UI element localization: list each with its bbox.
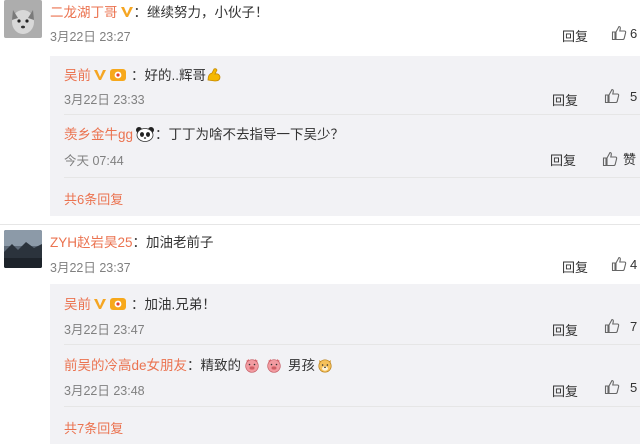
dog-emoji xyxy=(317,357,333,373)
thumb-up-icon xyxy=(604,318,620,334)
like-count: 5 xyxy=(630,89,638,104)
reply-text: ：精致的 xyxy=(187,358,242,373)
like-button[interactable]: 7 xyxy=(604,318,637,336)
more-replies-link[interactable]: 共6条回复 xyxy=(64,189,123,208)
username-link[interactable]: 吴前 xyxy=(64,68,91,83)
like-count: 4 xyxy=(630,257,638,272)
like-count: 6 xyxy=(630,26,638,41)
timestamp: 今天 07:44 xyxy=(64,154,124,168)
verified-v-icon xyxy=(93,68,107,82)
pig-emoji xyxy=(244,357,260,373)
like-count: 5 xyxy=(630,380,638,395)
member-badge-icon xyxy=(109,297,127,311)
like-button[interactable]: 5 xyxy=(604,88,637,106)
username-link[interactable]: 前吴的冷高de女朋友 xyxy=(64,358,187,373)
like-label: 赞 xyxy=(623,152,637,167)
divider xyxy=(0,224,640,225)
thumb-up-icon xyxy=(602,151,618,167)
like-button[interactable]: 5 xyxy=(604,379,637,397)
thumb-up-icon xyxy=(611,256,627,272)
thumb-up-icon xyxy=(611,25,627,41)
username-link[interactable]: ZYH赵岩昊25 xyxy=(50,235,133,250)
flex-arm-emoji xyxy=(206,67,222,83)
timestamp: 3月22日 23:47 xyxy=(64,323,145,337)
reply-button[interactable]: 回复 xyxy=(552,90,578,109)
like-button[interactable]: 赞 xyxy=(602,149,636,169)
verified-v-icon xyxy=(120,5,134,19)
reply-line: 吴前 ：好的..辉哥 xyxy=(64,64,222,85)
comment-text: ：加油老前子 xyxy=(132,235,214,250)
username-link[interactable]: 二龙湖丁哥 xyxy=(50,5,118,20)
reply-button[interactable]: 回复 xyxy=(552,320,578,339)
reply-text: ：好的..辉哥 xyxy=(131,68,207,83)
reply-button[interactable]: 回复 xyxy=(562,26,588,45)
thumb-up-icon xyxy=(604,379,620,395)
reply-button[interactable]: 回复 xyxy=(552,381,578,400)
timestamp: 3月22日 23:27 xyxy=(50,30,131,44)
reply-text: ：加油.兄弟！ xyxy=(131,297,216,312)
reply-line: 前吴的冷高de女朋友：精致的 男孩 xyxy=(64,354,333,375)
timestamp: 3月22日 23:33 xyxy=(64,93,145,107)
panda-emoji xyxy=(135,126,155,142)
reply-button[interactable]: 回复 xyxy=(562,257,588,276)
reply-text: ：丁丁为啥不去指导一下吴少？ xyxy=(155,127,345,142)
divider xyxy=(64,114,640,115)
more-replies-link[interactable]: 共7条回复 xyxy=(64,418,123,437)
username-link[interactable]: 吴前 xyxy=(64,297,91,312)
divider xyxy=(64,344,640,345)
comment-line: ZYH赵岩昊25：加油老前子 xyxy=(50,231,214,252)
like-count: 7 xyxy=(630,319,638,334)
avatar[interactable] xyxy=(4,230,42,268)
reply-button[interactable]: 回复 xyxy=(550,150,576,169)
reply-line: 羡乡金牛gg ：丁丁为啥不去指导一下吴少？ xyxy=(64,123,344,144)
reply-line: 吴前 ：加油.兄弟！ xyxy=(64,293,216,314)
divider xyxy=(64,406,640,407)
pig-emoji xyxy=(266,357,282,373)
like-button[interactable]: 6 xyxy=(611,25,637,43)
avatar[interactable] xyxy=(4,0,42,38)
like-button[interactable]: 4 xyxy=(611,256,637,274)
username-link[interactable]: 羡乡金牛gg xyxy=(64,127,133,142)
thumb-up-icon xyxy=(604,88,620,104)
verified-v-icon xyxy=(93,297,107,311)
comment-line: 二龙湖丁哥 ：继续努力，小伙子！ xyxy=(50,1,269,22)
timestamp: 3月22日 23:37 xyxy=(50,261,131,275)
reply-text: 男孩 xyxy=(288,358,316,373)
timestamp: 3月22日 23:48 xyxy=(64,384,145,398)
comment-text: ：继续努力，小伙子！ xyxy=(133,5,269,20)
member-badge-icon xyxy=(109,68,127,82)
divider xyxy=(64,177,640,178)
